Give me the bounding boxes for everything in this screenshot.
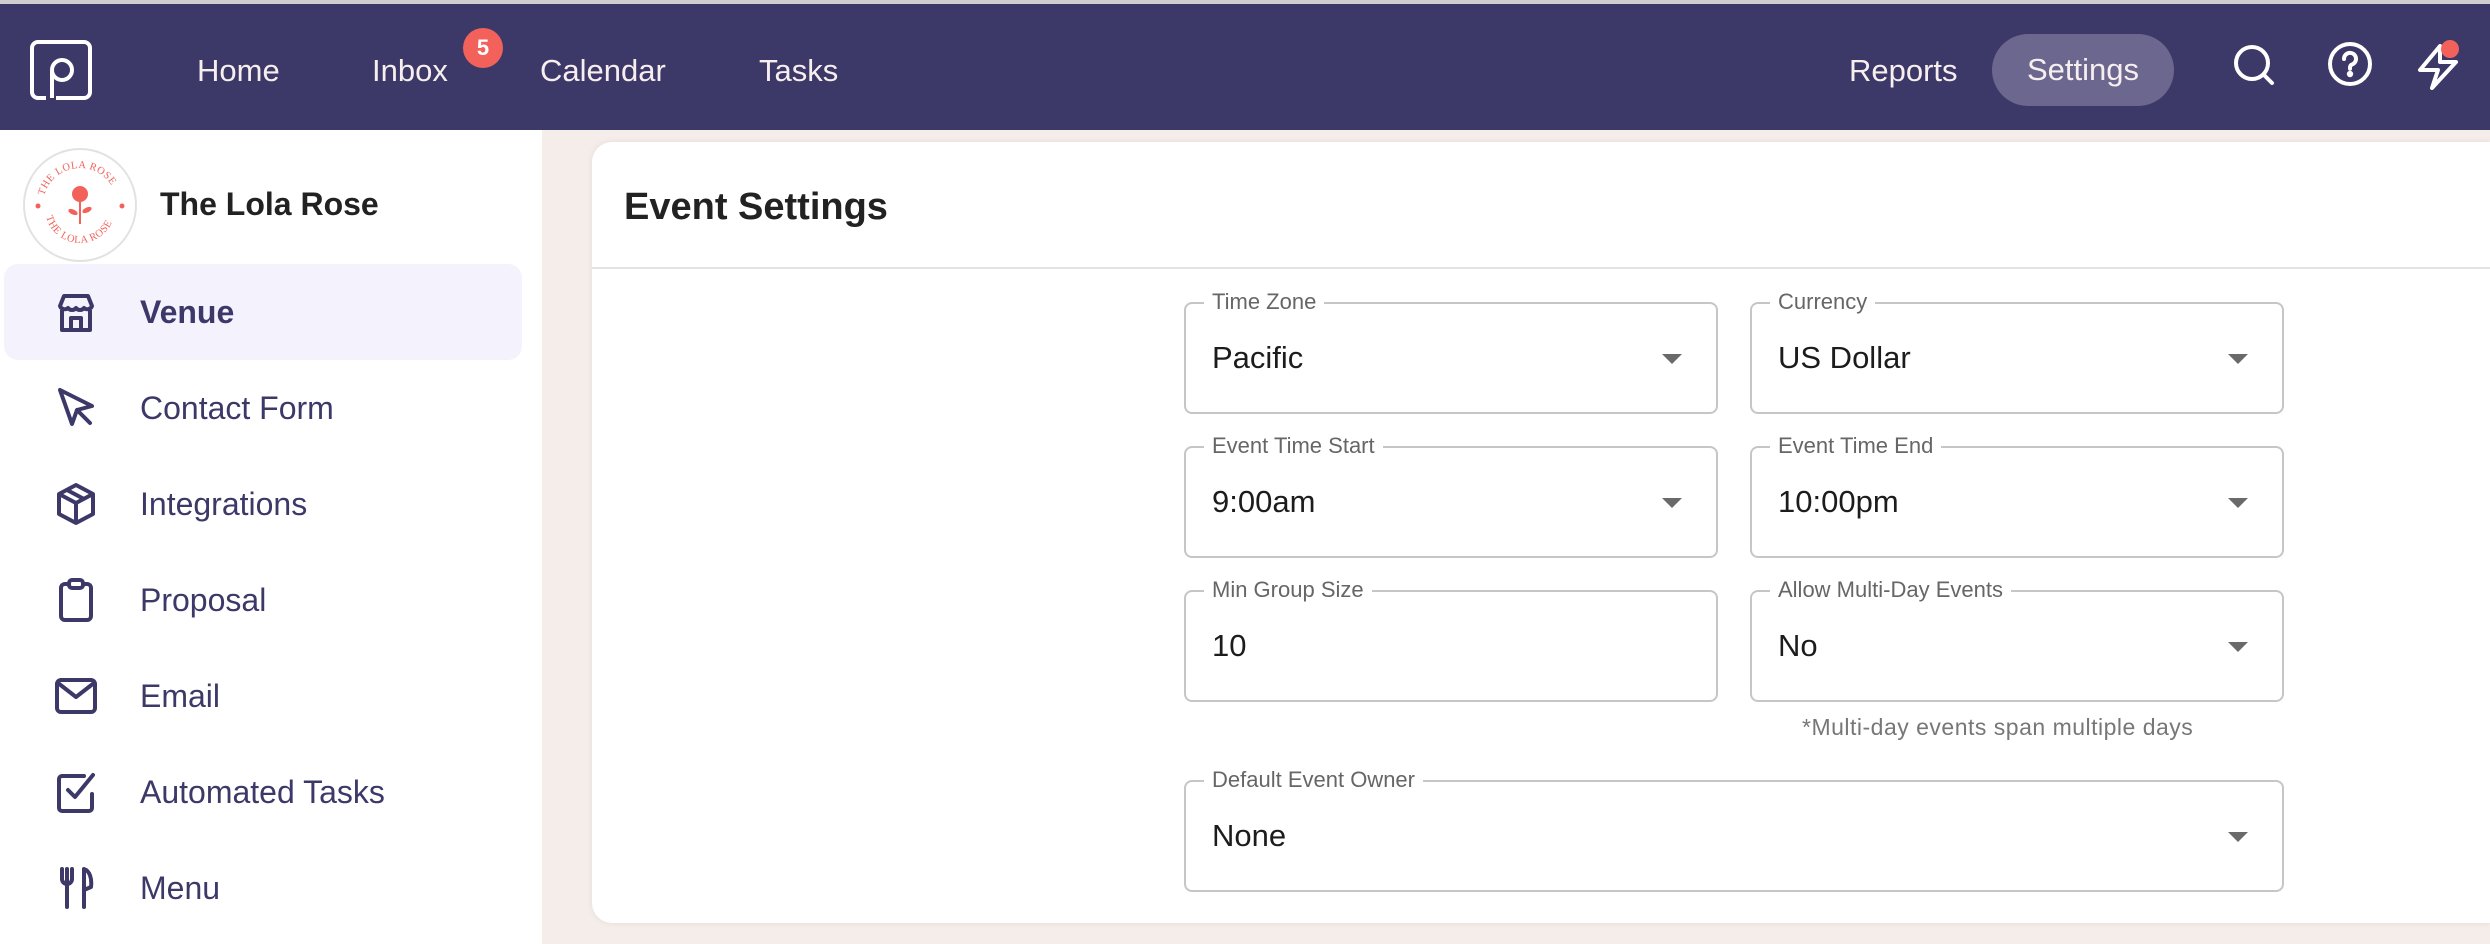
sidebar-item-menu[interactable]: Menu <box>4 840 522 936</box>
sidebar-item-label: Email <box>140 678 221 714</box>
chevron-down-icon[interactable] <box>2228 498 2248 508</box>
p-logo-icon[interactable] <box>30 38 92 102</box>
event-time-start-select[interactable]: Event Time Start 9:00am <box>1184 431 1718 558</box>
venue-logo: THE LOLA ROSE THE LOLA ROSE <box>23 148 137 262</box>
rose-logo-icon: THE LOLA ROSE THE LOLA ROSE <box>35 160 125 246</box>
storefront-icon <box>58 294 94 332</box>
min-group-size-field[interactable]: Min Group Size <box>1184 575 1718 702</box>
field-value: 10:00pm <box>1778 484 1899 519</box>
nav-home[interactable]: Home <box>197 51 280 91</box>
field-label: Time Zone <box>1204 287 1325 317</box>
field-label: Allow Multi-Day Events <box>1770 575 2011 605</box>
chevron-down-icon[interactable] <box>2228 832 2248 842</box>
clipboard-icon <box>59 578 93 622</box>
chevron-down-icon[interactable] <box>2228 642 2248 652</box>
min-group-size-input[interactable] <box>1212 626 1692 666</box>
currency-select[interactable]: Currency US Dollar <box>1750 287 2284 414</box>
notification-dot <box>2441 40 2459 58</box>
default-event-owner-select[interactable]: Default Event Owner None <box>1184 765 2284 892</box>
title-divider <box>592 267 2490 269</box>
sidebar-item-label: Integrations <box>140 486 308 522</box>
field-label: Default Event Owner <box>1204 765 1423 795</box>
field-label: Event Time Start <box>1204 431 1383 461</box>
nav-reports[interactable]: Reports <box>1849 51 1958 91</box>
help-icon[interactable] <box>2326 40 2374 88</box>
utensils-icon <box>60 867 94 909</box>
chevron-down-icon[interactable] <box>1662 498 1682 508</box>
sidebar-item-venue[interactable]: Venue <box>4 264 522 360</box>
chevron-down-icon[interactable] <box>2228 354 2248 364</box>
settings-sidebar: THE LOLA ROSE THE LOLA ROSE The Lola Ros… <box>0 130 542 944</box>
multi-day-helper-text: *Multi-day events span multiple days <box>1802 714 2194 740</box>
field-value: US Dollar <box>1778 340 1911 375</box>
inbox-unread-badge: 5 <box>463 28 503 68</box>
field-value: None <box>1212 818 1287 853</box>
nav-tasks[interactable]: Tasks <box>759 51 838 91</box>
search-icon[interactable] <box>2231 42 2279 90</box>
field-value: No <box>1778 628 1818 663</box>
sidebar-item-label: Automated Tasks <box>140 774 385 810</box>
field-label: Event Time End <box>1770 431 1942 461</box>
checkbox-icon <box>57 773 95 813</box>
box-icon <box>57 483 95 525</box>
sidebar-item-label: Proposal <box>140 582 267 618</box>
sidebar-item-proposal[interactable]: Proposal <box>4 552 522 648</box>
sidebar-item-integrations[interactable]: Integrations <box>4 456 522 552</box>
nav-calendar[interactable]: Calendar <box>540 51 666 91</box>
time-zone-select[interactable]: Time Zone Pacific <box>1184 287 1718 414</box>
event-settings-card: Event Settings Time Zone Pacific Currenc… <box>592 142 2490 923</box>
sidebar-item-email[interactable]: Email <box>4 648 522 744</box>
svg-text:THE LOLA ROSE: THE LOLA ROSE <box>43 214 115 246</box>
sidebar-item-label: Menu <box>140 870 221 906</box>
venue-name: The Lola Rose <box>160 186 379 222</box>
venue-logo-text-bottom: THE LOLA ROSE <box>43 214 114 246</box>
sidebar-item-label: Venue <box>140 294 235 330</box>
top-navbar: Home Inbox 5 Calendar Tasks Reports Sett… <box>0 4 2490 130</box>
sidebar-item-automated-tasks[interactable]: Automated Tasks <box>4 744 522 840</box>
field-value: Pacific <box>1212 340 1304 375</box>
sidebar-item-contact-form[interactable]: Contact Form <box>4 360 522 456</box>
event-time-end-select[interactable]: Event Time End 10:00pm <box>1750 431 2284 558</box>
allow-multi-day-select[interactable]: Allow Multi-Day Events No <box>1750 575 2284 702</box>
cursor-icon <box>58 388 94 426</box>
field-label: Min Group Size <box>1204 575 1372 605</box>
nav-inbox[interactable]: Inbox <box>372 51 448 91</box>
nav-settings[interactable]: Settings <box>1992 34 2174 106</box>
chevron-down-icon[interactable] <box>1662 354 1682 364</box>
envelope-icon <box>55 678 97 714</box>
sidebar-item-label: Contact Form <box>140 390 334 426</box>
field-label: Currency <box>1770 287 1876 317</box>
page-title: Event Settings <box>624 186 888 228</box>
field-value: 9:00am <box>1212 484 1316 519</box>
